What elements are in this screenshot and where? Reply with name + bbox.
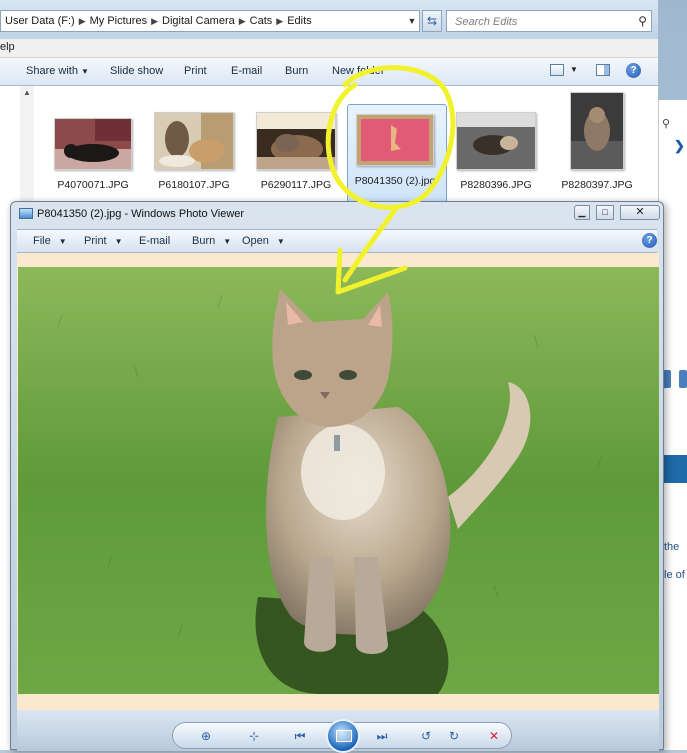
thumbnail-label: P6180107.JPG (158, 179, 230, 191)
scrollbar-thumb[interactable] (679, 370, 687, 388)
chevron-down-icon[interactable]: ▼ (570, 65, 578, 74)
burn-menu-label: Burn (192, 235, 216, 247)
photo-viewer-window: P8041350 (2).jpg - Windows Photo Viewer … (10, 201, 664, 753)
burn-menu[interactable]: Burn ▼ (192, 235, 231, 247)
navigation-controls: ⊕ ⊹ ⏮ ⏭ ↺ ↻ ✕ (172, 719, 512, 753)
search-icon[interactable]: ⚲ (662, 117, 670, 130)
chevron-down-icon: ▼ (58, 237, 67, 246)
zoom-icon[interactable]: ⊕ (195, 726, 217, 746)
breadcrumb-drive[interactable]: User Data (F:) (1, 15, 79, 27)
scrollbar[interactable] (20, 86, 34, 206)
background-window-banner (662, 455, 687, 483)
thumbnail-item-selected[interactable]: P8041350 (2).jpg (347, 104, 447, 204)
next-icon[interactable]: ⏭ (371, 726, 393, 746)
thumbnail-item[interactable]: P4070071.JPG (51, 118, 135, 191)
file-menu-label: File (33, 235, 51, 247)
preview-pane-icon[interactable] (596, 64, 610, 76)
views-icon[interactable] (550, 64, 564, 76)
search-box[interactable]: ⚲ (446, 10, 652, 32)
actual-size-icon[interactable]: ⊹ (243, 726, 265, 746)
viewer-menu-bar: File ▼ Print ▼ E-mail Burn ▼ Open ▼ ? (17, 229, 657, 253)
thumbnail-label: P6290117.JPG (260, 179, 332, 191)
breadcrumb-edits[interactable]: Edits (283, 15, 315, 27)
image-canvas (17, 253, 659, 710)
maximize-icon: □ (602, 207, 608, 217)
breadcrumb-digital-camera[interactable]: Digital Camera (158, 15, 239, 27)
email-button[interactable]: E-mail (231, 65, 262, 77)
thumbnail-item[interactable]: P6290117.JPG (254, 112, 338, 191)
thumbnail-image (456, 112, 536, 170)
thumbnail-image (356, 114, 434, 166)
address-bar: User Data (F:) ▶ My Pictures ▶ Digital C… (0, 0, 658, 39)
chevron-right-icon[interactable]: ❯ (674, 138, 685, 154)
help-icon[interactable]: ? (642, 233, 657, 248)
thumbnail-label: P8280396.JPG (460, 179, 532, 191)
minimize-button[interactable]: ▁ (574, 205, 590, 220)
open-menu[interactable]: Open ▼ (242, 235, 285, 247)
print-menu-label: Print (84, 235, 107, 247)
thumbnail-item[interactable]: P6180107.JPG (152, 112, 236, 191)
thumbnail-label: P8041350 (2).jpg (354, 175, 436, 187)
chevron-down-icon: ▼ (80, 67, 89, 76)
breadcrumb-my-pictures[interactable]: My Pictures (86, 15, 151, 27)
new-folder-button[interactable]: New folder (332, 65, 385, 77)
background-window-text: le of (664, 569, 685, 581)
search-input[interactable] (453, 12, 637, 32)
thumbnail-image (570, 92, 624, 170)
menu-bar: elp (0, 39, 658, 58)
file-menu[interactable]: File ▼ (33, 235, 67, 247)
thumbnail-image (54, 118, 132, 170)
delete-icon[interactable]: ✕ (483, 726, 505, 746)
chevron-down-icon: ▼ (276, 237, 285, 246)
refresh-button[interactable]: ⇆ (422, 10, 442, 32)
maximize-button[interactable]: □ (596, 205, 614, 220)
thumbnail-item[interactable]: P8280396.JPG (454, 112, 538, 191)
thumbnail-item[interactable]: P8280397.JPG (555, 92, 639, 191)
previous-icon[interactable]: ⏮ (289, 726, 311, 746)
thumbnail-label: P8280397.JPG (561, 179, 633, 191)
breadcrumb-separator-icon[interactable]: ▶ (276, 16, 283, 27)
viewer-control-bar: ⊕ ⊹ ⏮ ⏭ ↺ ↻ ✕ (17, 710, 659, 753)
play-slideshow-button[interactable] (326, 719, 360, 753)
rotate-counterclockwise-icon[interactable]: ↺ (415, 726, 437, 746)
photo-viewer-icon (19, 208, 33, 219)
cat-photo (18, 267, 659, 694)
chevron-down-icon[interactable]: ▼ (405, 16, 419, 26)
scroll-up-icon[interactable]: ▲ (23, 88, 31, 97)
chevron-down-icon: ▼ (114, 237, 123, 246)
slide-show-button[interactable]: Slide show (110, 65, 163, 77)
thumbnail-image (256, 112, 336, 170)
help-icon[interactable]: ? (626, 63, 641, 78)
thumbnail-label: P4070071.JPG (57, 179, 129, 191)
breadcrumb-separator-icon[interactable]: ▶ (79, 16, 86, 27)
close-button[interactable]: ✕ (620, 205, 660, 220)
chevron-down-icon: ▼ (223, 237, 232, 246)
menu-help[interactable]: elp (0, 41, 15, 53)
thumbnail-image (154, 112, 234, 170)
background-window-text: the (664, 541, 680, 553)
search-icon[interactable]: ⚲ (638, 14, 647, 28)
rotate-clockwise-icon[interactable]: ↻ (443, 726, 465, 746)
breadcrumb-separator-icon[interactable]: ▶ (151, 16, 158, 27)
share-with-button[interactable]: Share with ▼ (26, 65, 89, 77)
close-icon: ✕ (635, 206, 645, 218)
command-bar: Share with ▼ Slide show Print E-mail Burn… (0, 58, 658, 86)
refresh-icon: ⇆ (426, 14, 438, 28)
window-title: P8041350 (2).jpg - Windows Photo Viewer (37, 208, 245, 220)
share-with-label: Share with (26, 65, 78, 77)
burn-button[interactable]: Burn (285, 65, 308, 77)
minimize-icon: ▁ (578, 207, 586, 217)
breadcrumb[interactable]: User Data (F:) ▶ My Pictures ▶ Digital C… (0, 10, 420, 32)
email-menu[interactable]: E-mail (139, 235, 170, 247)
breadcrumb-separator-icon[interactable]: ▶ (239, 16, 246, 27)
breadcrumb-cats[interactable]: Cats (246, 15, 277, 27)
print-menu[interactable]: Print ▼ (84, 235, 123, 247)
print-button[interactable]: Print (184, 65, 207, 77)
open-menu-label: Open (242, 235, 269, 247)
